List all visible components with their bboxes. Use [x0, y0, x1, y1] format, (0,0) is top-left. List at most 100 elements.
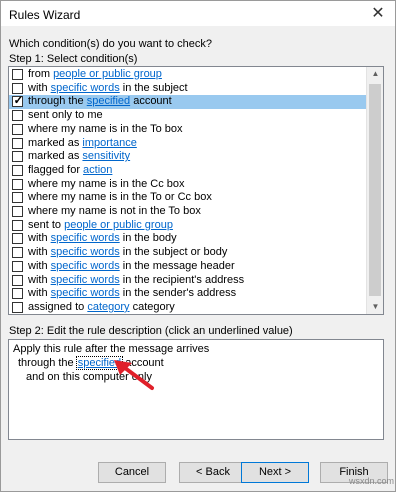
watermark: wsxdn.com [349, 476, 395, 486]
condition-checkbox[interactable] [12, 110, 23, 122]
condition-value-link[interactable]: importance [82, 137, 136, 149]
title-bar: Rules Wizard ✕ [0, 0, 396, 26]
condition-label: sent to people or public group [28, 219, 173, 233]
condition-checkbox[interactable] [12, 260, 23, 272]
condition-text: sent to [28, 218, 65, 231]
condition-value-link[interactable]: specific words [51, 274, 120, 286]
condition-text: with [28, 259, 51, 272]
condition-item[interactable]: assigned to category category [9, 300, 367, 314]
scroll-down-icon[interactable]: ▼ [367, 300, 383, 314]
condition-checkbox[interactable] [12, 123, 23, 135]
condition-item[interactable]: sent only to me [9, 109, 367, 123]
condition-checkbox[interactable] [12, 192, 23, 204]
condition-item[interactable]: sent to people or public group [9, 219, 367, 233]
condition-label: with specific words in the sender's addr… [28, 287, 236, 301]
condition-text: where my name is not in the To box [28, 205, 201, 217]
cancel-button[interactable]: Cancel [98, 462, 166, 483]
condition-text: in the recipient's address [119, 273, 245, 286]
condition-checkbox[interactable] [12, 219, 23, 231]
condition-text: in the subject or body [119, 246, 228, 259]
condition-value-link[interactable]: people or public group [53, 68, 162, 80]
condition-text: marked as [28, 136, 83, 149]
condition-label: sent only to me [28, 109, 103, 123]
window-title: Rules Wizard [9, 8, 81, 22]
condition-label: with specific words in the subject or bo… [28, 246, 227, 260]
condition-value-link[interactable]: specified [87, 95, 130, 107]
condition-item[interactable]: with specific words in the subject or bo… [9, 246, 367, 260]
condition-checkbox[interactable] [12, 247, 23, 259]
condition-text: in the body [119, 232, 177, 245]
scroll-up-icon[interactable]: ▲ [367, 67, 383, 81]
condition-value-link[interactable]: specific words [51, 246, 120, 258]
condition-value-link[interactable]: specific words [51, 232, 120, 244]
condition-label: through the specified account [28, 95, 172, 109]
condition-checkbox[interactable]: ✓ [12, 93, 24, 108]
condition-label: where my name is in the Cc box [28, 178, 185, 192]
condition-item[interactable]: marked as importance [9, 137, 367, 151]
condition-text: with [28, 273, 51, 286]
conditions-list[interactable]: from people or public group with specific… [8, 66, 384, 315]
condition-item[interactable]: with specific words in the subject [9, 82, 367, 96]
checkmark-icon: ✓ [13, 93, 24, 108]
condition-item[interactable]: with specific words in the body [9, 232, 367, 246]
condition-item[interactable]: where my name is not in the To box [9, 205, 367, 219]
rule-description-box: Apply this rule after the message arrive… [8, 339, 384, 440]
condition-value-link[interactable]: specific words [51, 82, 120, 94]
back-button[interactable]: < Back [179, 462, 247, 483]
condition-value-link[interactable]: sensitivity [82, 150, 130, 162]
condition-value-link[interactable]: category [87, 301, 129, 313]
condition-text: sent only to me [28, 109, 103, 122]
condition-text: account [130, 95, 172, 108]
condition-checkbox[interactable] [12, 69, 23, 80]
condition-text: with [28, 81, 51, 94]
condition-text: assigned to [28, 300, 88, 313]
condition-text: with [28, 246, 51, 259]
condition-checkbox[interactable] [12, 274, 23, 286]
condition-checkbox[interactable] [12, 82, 23, 94]
condition-text: marked as [28, 150, 83, 163]
condition-value-link[interactable]: specific words [51, 260, 120, 272]
condition-checkbox[interactable] [12, 206, 23, 217]
condition-checkbox[interactable] [12, 301, 23, 313]
condition-text: with [28, 232, 51, 245]
condition-item[interactable]: where my name is in the To box [9, 123, 367, 137]
condition-checkbox[interactable] [12, 288, 23, 300]
condition-text: in the subject [119, 81, 188, 94]
condition-item[interactable]: from people or public group [9, 68, 367, 82]
condition-checkbox[interactable] [12, 178, 23, 190]
scroll-thumb[interactable] [369, 84, 381, 296]
condition-checkbox[interactable] [12, 151, 23, 163]
condition-label: assigned to category category [28, 300, 175, 314]
condition-checkbox[interactable] [12, 164, 23, 176]
condition-text: where my name is in the Cc box [28, 177, 185, 190]
condition-label: marked as sensitivity [28, 150, 130, 164]
step2-label: Step 2: Edit the rule description (click… [9, 325, 293, 337]
condition-item[interactable]: flagged for action [9, 164, 367, 178]
step1-label: Step 1: Select condition(s) [9, 53, 138, 65]
close-icon[interactable]: ✕ [361, 1, 395, 26]
condition-item[interactable]: marked as sensitivity [9, 150, 367, 164]
condition-label: marked as importance [28, 137, 137, 151]
condition-text: with [28, 287, 51, 300]
condition-item[interactable]: where my name is in the Cc box [9, 178, 367, 192]
condition-text: flagged for [28, 163, 84, 176]
red-arrow-icon [114, 360, 154, 390]
condition-checkbox[interactable] [12, 233, 23, 245]
scrollbar[interactable]: ▲ ▼ [366, 67, 383, 314]
condition-value-link[interactable]: action [83, 164, 112, 176]
condition-label: with specific words in the subject [28, 82, 188, 96]
condition-label: with specific words in the recipient's a… [28, 274, 244, 288]
condition-item[interactable]: ✓ through the specified account [9, 93, 367, 110]
condition-checkbox[interactable] [12, 137, 23, 149]
condition-item[interactable]: with specific words in the recipient's a… [9, 274, 367, 288]
condition-value-link[interactable]: specific words [51, 287, 120, 299]
condition-text: from [28, 68, 54, 80]
condition-text: where my name is in the To box [28, 122, 183, 135]
condition-item[interactable]: where my name is in the To or Cc box [9, 191, 367, 205]
question-label: Which condition(s) do you want to check? [9, 38, 212, 50]
condition-label: where my name is in the To box [28, 123, 182, 137]
condition-item[interactable]: with specific words in the message heade… [9, 260, 367, 274]
next-button[interactable]: Next > [241, 462, 309, 483]
condition-item[interactable]: with specific words in the sender's addr… [9, 287, 367, 301]
condition-value-link[interactable]: people or public group [64, 219, 173, 231]
